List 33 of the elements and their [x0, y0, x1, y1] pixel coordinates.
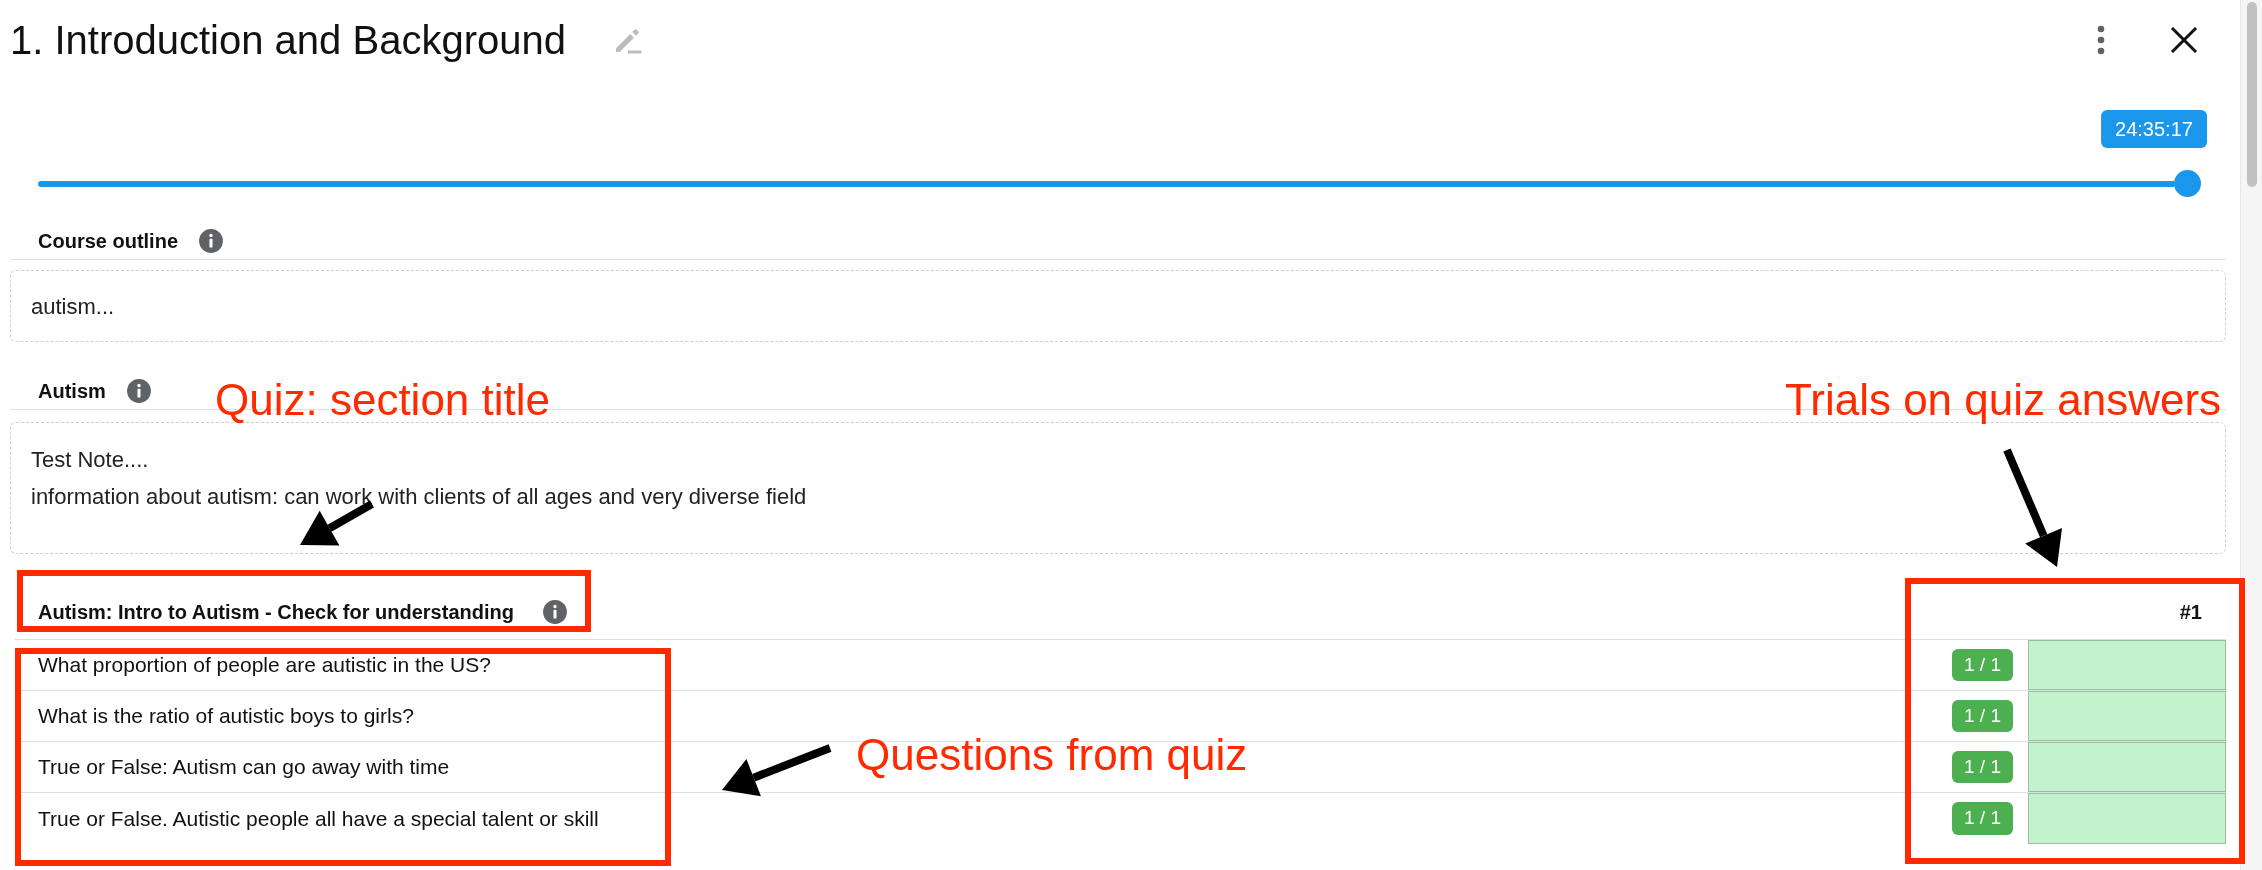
section-label: Autism [38, 378, 106, 404]
score-badge: 1 / 1 [1952, 699, 2013, 733]
info-icon[interactable] [541, 598, 568, 625]
section-label: Course outline [38, 228, 178, 254]
scrollbar[interactable] [2240, 0, 2262, 870]
info-icon[interactable] [125, 377, 152, 404]
trial-cell[interactable] [2028, 742, 2226, 792]
question-text: True or False. Autistic people all have a special talent or skill [38, 805, 599, 832]
page-title: 1. Introduction and Background [10, 20, 566, 60]
score-badge: 1 / 1 [1952, 802, 2013, 835]
more-options-icon[interactable] [2096, 25, 2106, 55]
slider-track[interactable] [38, 170, 2201, 197]
note-text: Test Note.... [31, 446, 149, 474]
close-icon[interactable] [2170, 26, 2198, 54]
score-badge: 1 / 1 [1952, 750, 2013, 784]
info-icon[interactable] [198, 227, 224, 254]
annotation-label: Quiz: section title [215, 378, 551, 422]
trial-cell[interactable] [2028, 691, 2226, 741]
slider-thumb[interactable] [2174, 170, 2201, 197]
note-box[interactable]: autism... [10, 270, 2226, 342]
question-text: What proportion of people are autistic in the US? [38, 652, 491, 679]
trial-column-header: #1 [2179, 599, 2202, 625]
score-badge: 1 / 1 [1952, 648, 2013, 682]
note-text: autism... [31, 292, 115, 321]
note-text: information about autism: can work with clients of all ages and very diverse field [31, 483, 807, 511]
slider-tooltip: 24:35:17 [2101, 110, 2207, 148]
annotation-label: Questions from quiz [856, 733, 1248, 777]
annotation-label: Trials on quiz answers [1785, 378, 2222, 422]
quiz-title: Autism: Intro to Autism - Check for understanding [37, 599, 514, 625]
question-text: What is the ratio of autistic boys to girls? [38, 703, 414, 730]
question-text: True or False: Autism can go away with time [38, 754, 450, 781]
trial-cell[interactable] [2028, 793, 2226, 844]
trial-cell[interactable] [2028, 640, 2226, 690]
